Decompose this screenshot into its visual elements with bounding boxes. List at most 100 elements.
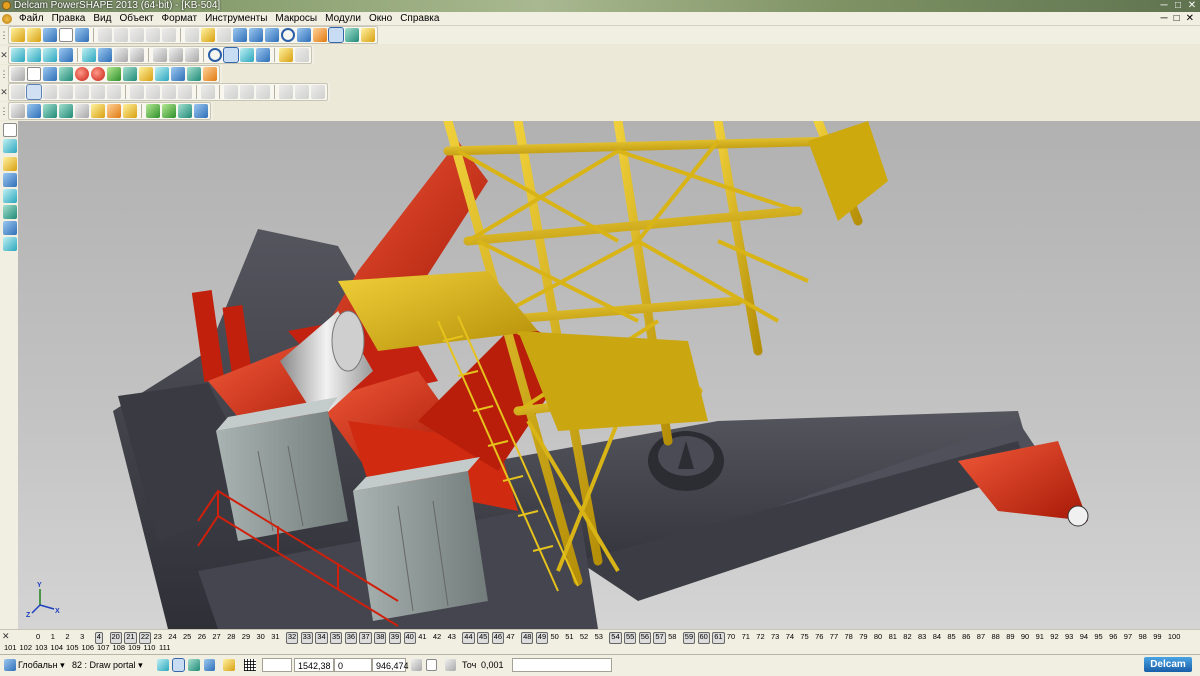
level-button[interactable]: 55 — [624, 632, 637, 644]
component-icon[interactable] — [155, 67, 169, 81]
level-button[interactable]: 35 — [330, 632, 343, 644]
magnet-icon[interactable] — [313, 28, 327, 42]
level-bar-close-icon[interactable]: ✕ — [2, 631, 10, 642]
level-button[interactable]: 103 — [35, 643, 48, 653]
select-icon[interactable] — [249, 28, 263, 42]
distribute-icon[interactable] — [162, 104, 176, 118]
level-button[interactable]: 90 — [1021, 632, 1029, 642]
toolbar-grip[interactable]: ⋮ — [0, 66, 9, 82]
feature-6-icon[interactable] — [224, 85, 238, 99]
level-button[interactable]: 110 — [144, 643, 156, 653]
level-button[interactable]: 59 — [682, 632, 696, 644]
level-button[interactable]: 87 — [977, 632, 985, 642]
level-button[interactable]: 95 — [1094, 632, 1102, 642]
delete-icon[interactable] — [162, 28, 176, 42]
new-file-icon[interactable] — [11, 28, 25, 42]
level-button[interactable]: 74 — [786, 632, 794, 642]
menu-file[interactable]: Файл — [15, 12, 48, 25]
level-button[interactable]: 27 — [212, 632, 220, 642]
shade-wire-icon[interactable] — [240, 48, 254, 62]
level-button[interactable]: 96 — [1109, 632, 1117, 642]
feature-9-icon[interactable] — [279, 85, 293, 99]
filter-icon[interactable] — [188, 659, 200, 671]
grid-icon[interactable] — [244, 658, 260, 672]
menu-edit[interactable]: Правка — [48, 12, 90, 25]
level-button[interactable]: 25 — [183, 632, 191, 642]
dimension-icon[interactable] — [3, 237, 17, 251]
workplane-icon[interactable] — [3, 157, 17, 171]
weld-icon[interactable] — [11, 104, 25, 118]
view-top-icon[interactable] — [43, 48, 57, 62]
level-button[interactable]: 80 — [874, 632, 882, 642]
pattern-icon[interactable] — [91, 85, 105, 99]
minimize-button[interactable]: ─ — [1158, 1, 1170, 11]
hand-icon[interactable] — [295, 48, 309, 62]
calculator-icon[interactable] — [411, 659, 422, 671]
level-button[interactable]: 56 — [638, 632, 652, 644]
level-button[interactable]: 109 — [128, 643, 141, 653]
level-button[interactable]: 78 — [845, 632, 853, 642]
level-button[interactable]: 60 — [697, 632, 710, 644]
level-button[interactable]: 51 — [565, 632, 573, 642]
snap-icon[interactable] — [233, 28, 247, 42]
level-button[interactable]: 46 — [491, 632, 505, 644]
level-button[interactable]: 72 — [756, 632, 764, 642]
line-icon[interactable] — [265, 28, 279, 42]
chamfer-icon[interactable] — [75, 85, 89, 99]
save-icon[interactable] — [43, 28, 57, 42]
redo-icon[interactable] — [201, 28, 215, 42]
solid-menu-icon[interactable] — [3, 205, 17, 219]
copy-icon[interactable] — [114, 28, 128, 42]
level-button[interactable]: 53 — [595, 632, 603, 642]
menu-view[interactable]: Вид — [89, 12, 115, 25]
level-button[interactable]: 39 — [388, 632, 402, 644]
level-button[interactable]: 23 — [154, 632, 162, 642]
level-button[interactable]: 3 — [80, 632, 84, 642]
library-icon[interactable] — [123, 104, 137, 118]
level-button[interactable]: 91 — [1036, 632, 1044, 642]
level-button[interactable]: 94 — [1080, 632, 1088, 642]
level-button[interactable]: 92 — [1050, 632, 1058, 642]
solid-intersect-icon[interactable] — [75, 104, 89, 118]
level-button[interactable]: 54 — [609, 632, 622, 644]
feature-5-icon[interactable] — [201, 85, 215, 99]
zoom-icon[interactable] — [130, 48, 144, 62]
level-button[interactable]: 86 — [962, 632, 970, 642]
feature-10-icon[interactable] — [295, 85, 309, 99]
document-icon[interactable] — [2, 13, 12, 24]
curve-icon[interactable] — [3, 173, 17, 187]
level-button[interactable]: 29 — [242, 632, 250, 642]
shell-icon[interactable] — [43, 85, 57, 99]
level-button[interactable]: 49 — [535, 632, 549, 644]
level-button[interactable]: 38 — [374, 632, 387, 644]
level-button[interactable]: 34 — [315, 632, 328, 644]
shaded-view-icon[interactable] — [328, 27, 344, 43]
align-icon[interactable] — [146, 104, 160, 118]
level-button[interactable]: 0 — [36, 632, 40, 642]
doc-close-button[interactable]: ✕ — [1186, 13, 1194, 24]
coord-x-field[interactable]: 1542,38 — [294, 658, 334, 672]
level-button[interactable]: 111 — [159, 643, 170, 653]
feature-1-icon[interactable] — [130, 85, 144, 99]
selection-info-icon[interactable] — [203, 659, 215, 671]
mate-icon[interactable] — [91, 104, 105, 118]
level-button[interactable]: 89 — [1006, 632, 1014, 642]
graphics-viewport[interactable]: Y X Z — [18, 121, 1200, 629]
doc-restore-button[interactable]: □ — [1174, 13, 1180, 24]
level-button[interactable]: 44 — [462, 632, 475, 644]
level-button[interactable]: 52 — [580, 632, 588, 642]
level-button[interactable]: 61 — [712, 632, 725, 644]
level-button[interactable]: 84 — [933, 632, 941, 642]
paste-icon[interactable] — [130, 28, 144, 42]
view-right-icon[interactable] — [82, 48, 96, 62]
level-button[interactable]: 43 — [448, 632, 456, 642]
draft-icon[interactable] — [59, 85, 73, 99]
feature-2-icon[interactable] — [146, 85, 160, 99]
level-button[interactable]: 93 — [1065, 632, 1073, 642]
level-button[interactable]: 81 — [889, 632, 897, 642]
level-button[interactable]: 42 — [433, 632, 441, 642]
level-button[interactable]: 98 — [1139, 632, 1147, 642]
level-button[interactable]: 105 — [66, 643, 79, 653]
coordinate-icon[interactable] — [222, 658, 240, 672]
hat-icon[interactable] — [194, 104, 208, 118]
